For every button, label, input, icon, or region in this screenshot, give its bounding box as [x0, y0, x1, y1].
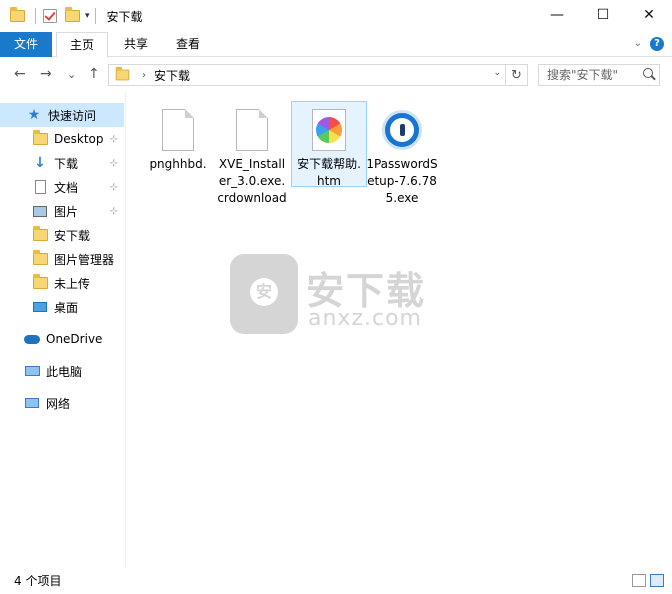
- file-item[interactable]: 1PasswordSetup-7.6.785.exe: [364, 102, 440, 207]
- search-icon: [643, 68, 653, 78]
- 1password-icon: [378, 106, 426, 154]
- minimize-button[interactable]: —: [534, 0, 580, 30]
- address-dropdown[interactable]: ⌄: [493, 68, 501, 78]
- sidebar-item-label: 下载: [54, 156, 79, 171]
- new-folder-icon[interactable]: [63, 7, 81, 25]
- sidebar-item-this-pc[interactable]: 此电脑: [0, 359, 124, 383]
- back-button[interactable]: ←: [14, 66, 26, 82]
- shield-logo-icon: 安: [230, 254, 298, 334]
- pictures-icon: [32, 203, 48, 219]
- expand-ribbon-icon[interactable]: ⌄: [634, 38, 642, 49]
- sidebar-item-label: Desktop: [54, 132, 104, 146]
- watermark: 安 安下载 anxz.com: [230, 254, 450, 344]
- sidebar-item-downloads[interactable]: ↓ 下载 ⊹: [0, 151, 124, 175]
- details-view-icon[interactable]: [632, 574, 646, 587]
- sidebar-item-not-uploaded[interactable]: 未上传: [0, 271, 124, 295]
- toolbar-divider: [94, 8, 96, 24]
- sidebar-item-label: 安下载: [54, 228, 91, 243]
- photos-file-icon: [305, 106, 353, 154]
- sidebar-item-network[interactable]: 网络: [0, 391, 124, 415]
- sidebar-item-label: 未上传: [54, 276, 91, 291]
- title-bar: ▾ 安下载 — ☐ ✕: [0, 0, 672, 32]
- folder-icon: [32, 226, 48, 243]
- tab-file[interactable]: 文件: [0, 32, 52, 57]
- blank-file-icon: [154, 106, 202, 154]
- status-bar: 4 个项目: [0, 568, 672, 594]
- sidebar-item-desktop[interactable]: Desktop ⊹: [0, 127, 124, 151]
- breadcrumb-path[interactable]: 安下载: [154, 67, 190, 84]
- folder-icon: [8, 7, 26, 25]
- window-title: 安下载: [106, 9, 143, 24]
- sidebar-item-desktop-cn[interactable]: 桌面: [0, 295, 124, 319]
- onedrive-cloud-icon: [24, 331, 40, 347]
- file-item-selected[interactable]: 安下载帮助.htm: [291, 101, 367, 188]
- sidebar-item-documents[interactable]: 文档 ⊹: [0, 175, 124, 199]
- network-icon: [24, 395, 40, 411]
- sidebar-item-quick-access[interactable]: ★ 快速访问: [0, 103, 124, 127]
- file-name: 1PasswordSetup-7.6.785.exe: [366, 157, 438, 205]
- properties-icon[interactable]: [41, 7, 59, 25]
- sidebar-item-anxiazai[interactable]: 安下载: [0, 223, 124, 247]
- address-row: ← → ⌄ ↑ › 安下载 ⌄ ↻ 搜索"安下载": [0, 58, 672, 92]
- navigation-pane: ★ 快速访问 Desktop ⊹ ↓ 下载 ⊹ 文档 ⊹ 图片 ⊹ 安下载 图片…: [0, 92, 126, 568]
- sidebar-item-label: 桌面: [54, 300, 79, 315]
- quick-access-toolbar: ▾: [0, 0, 101, 32]
- star-icon: ★: [27, 107, 41, 123]
- sidebar-item-label: 快速访问: [48, 108, 97, 123]
- sidebar-item-picture-manager[interactable]: 图片管理器: [0, 247, 124, 271]
- sidebar-item-label: OneDrive: [46, 332, 103, 346]
- folder-icon: [32, 274, 48, 291]
- download-icon: ↓: [34, 155, 46, 171]
- computer-icon: [24, 363, 40, 379]
- view-switcher: [628, 574, 664, 587]
- pin-icon: ⊹: [109, 157, 118, 169]
- address-bar[interactable]: › 安下载 ⌄ ↻: [108, 64, 528, 86]
- file-name: 安下载帮助.htm: [297, 157, 361, 188]
- customize-toolbar-dropdown[interactable]: ▾: [85, 11, 90, 21]
- forward-button[interactable]: →: [40, 66, 52, 82]
- pin-icon: ⊹: [109, 133, 118, 145]
- desktop-icon: [32, 299, 48, 315]
- sidebar-item-onedrive[interactable]: OneDrive: [0, 327, 124, 351]
- close-button[interactable]: ✕: [626, 0, 672, 30]
- sidebar-item-pictures[interactable]: 图片 ⊹: [0, 199, 124, 223]
- watermark-shield-label: 安: [250, 278, 278, 306]
- file-name: XVE_Installer_3.0.exe.crdownload: [217, 157, 287, 205]
- file-item[interactable]: XVE_Installer_3.0.exe.crdownload: [214, 102, 290, 207]
- sidebar-item-label: 文档: [54, 180, 79, 195]
- help-icon[interactable]: ?: [650, 37, 664, 51]
- pin-icon: ⊹: [109, 205, 118, 217]
- sidebar-item-label: 网络: [46, 396, 71, 411]
- window-controls: — ☐ ✕: [534, 0, 672, 30]
- search-placeholder: 搜索"安下载": [547, 68, 619, 82]
- tab-home[interactable]: 主页: [56, 32, 108, 58]
- search-input[interactable]: 搜索"安下载": [538, 64, 660, 86]
- watermark-domain: anxz.com: [308, 306, 422, 331]
- file-name: pnghhbd.: [149, 157, 207, 171]
- sidebar-item-label: 图片: [54, 204, 79, 219]
- recent-locations-button[interactable]: ⌄: [67, 68, 76, 81]
- sidebar-item-label: 此电脑: [46, 364, 83, 379]
- tab-share[interactable]: 共享: [112, 32, 160, 57]
- refresh-button[interactable]: ↻: [505, 65, 527, 85]
- up-button[interactable]: ↑: [88, 66, 100, 82]
- folder-icon: [32, 130, 48, 147]
- ribbon: 文件 主页 共享 查看 ⌄ ?: [0, 32, 672, 58]
- tab-view[interactable]: 查看: [164, 32, 212, 57]
- folder-icon: [115, 66, 130, 81]
- maximize-button[interactable]: ☐: [580, 0, 626, 30]
- large-icons-view-icon[interactable]: [650, 574, 664, 587]
- folder-icon: [32, 250, 48, 267]
- blank-file-icon: [228, 106, 276, 154]
- file-item[interactable]: pnghhbd.: [140, 102, 216, 173]
- toolbar-divider: [35, 8, 36, 24]
- pin-icon: ⊹: [109, 181, 118, 193]
- sidebar-item-label: 图片管理器: [54, 252, 115, 267]
- document-icon: [32, 179, 48, 195]
- item-count: 4 个项目: [14, 574, 62, 588]
- breadcrumb-separator[interactable]: ›: [142, 70, 146, 81]
